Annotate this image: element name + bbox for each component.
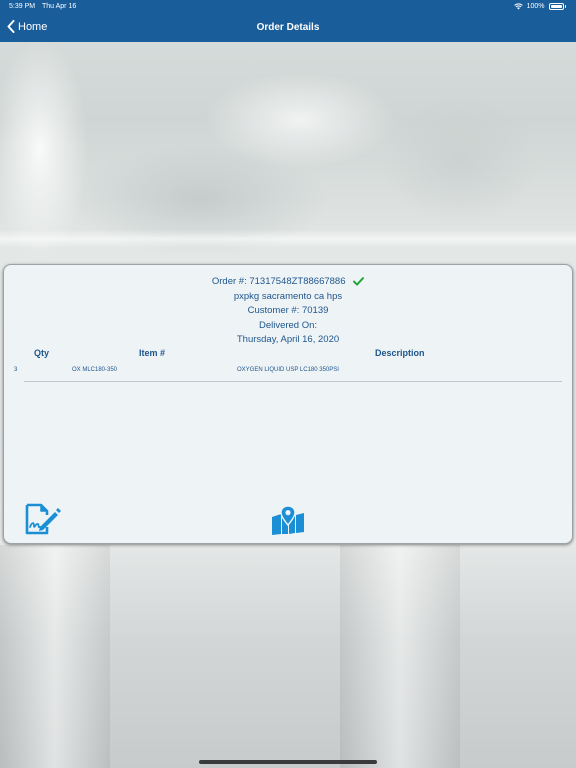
- status-date: Thu Apr 16: [42, 3, 77, 10]
- delivered-date: Thursday, April 16, 2020: [236, 334, 340, 345]
- home-indicator: [199, 760, 377, 764]
- background-pillar: [0, 545, 110, 768]
- row-qty: 3: [14, 367, 18, 373]
- top-bar: 5:39 PM Thu Apr 16 100% Home Order Detai…: [0, 0, 576, 42]
- column-header-description: Description: [375, 348, 425, 358]
- map-pin-icon: [272, 505, 304, 535]
- checkmark-icon: [353, 277, 365, 286]
- battery-percent: 100%: [526, 3, 545, 10]
- status-time: 5:39 PM: [9, 3, 36, 10]
- order-details-card: Order #: 71317548ZT88667886 pxpkg sacram…: [3, 264, 573, 544]
- order-header: Order #: 71317548ZT88667886 pxpkg sacram…: [4, 275, 572, 348]
- column-header-qty: Qty: [34, 348, 50, 358]
- battery-icon: [548, 3, 564, 10]
- row-divider: [24, 381, 562, 382]
- column-header-item: Item #: [139, 348, 166, 358]
- background-pillar: [340, 545, 460, 768]
- location: pxpkg sacramento ca hps: [233, 290, 343, 302]
- delivered-label: Delivered On:: [258, 319, 318, 331]
- customer-number: Customer #: 70139: [247, 305, 329, 316]
- signature-button[interactable]: [25, 503, 61, 540]
- page-title: Order Details: [256, 22, 320, 33]
- wifi-icon: [513, 3, 523, 10]
- map-button[interactable]: [271, 505, 305, 540]
- order-number: Order #: 71317548ZT88667886: [211, 276, 346, 287]
- sign-document-icon: [25, 503, 61, 535]
- background-light-band: [0, 230, 576, 248]
- status-bar: 5:39 PM Thu Apr 16 100%: [0, 0, 576, 14]
- navigation-bar: Home Order Details: [0, 14, 576, 42]
- row-description: OXYGEN LIQUID USP LC180 350PSI: [237, 367, 339, 373]
- order-number-row: Order #: 71317548ZT88667886: [4, 275, 572, 290]
- row-item: OX MLC180-350: [72, 367, 118, 373]
- status-right: 100%: [513, 3, 566, 10]
- battery-tip: [564, 5, 566, 8]
